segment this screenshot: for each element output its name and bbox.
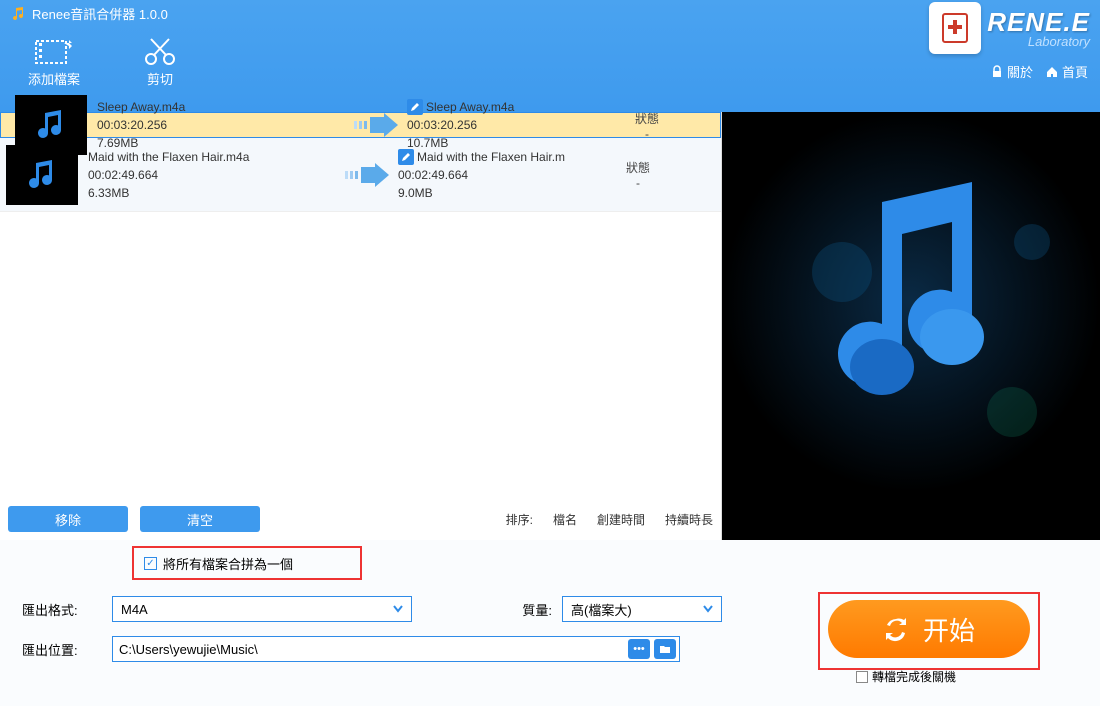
sort-row: 排序: 檔名 創建時間 持續時長	[506, 511, 713, 528]
list-item[interactable]: Sleep Away.m4a 00:03:20.256 7.69MB Sleep…	[0, 112, 721, 138]
brand-logo	[929, 2, 981, 54]
output-duration: 00:03:20.256	[407, 116, 617, 134]
about-link[interactable]: 關於	[990, 62, 1033, 81]
checkbox-icon	[856, 671, 868, 683]
quality-label: 質量:	[492, 600, 552, 619]
chevron-down-icon	[703, 605, 713, 613]
file-duration: 00:02:49.664	[88, 166, 338, 184]
file-size: 7.69MB	[97, 134, 347, 152]
format-label: 匯出格式:	[22, 600, 102, 619]
source-info: Sleep Away.m4a 00:03:20.256 7.69MB	[97, 98, 347, 152]
refresh-icon	[883, 616, 909, 642]
header: Renee音訊合併器 1.0.0 添加檔案 剪切	[0, 0, 1100, 112]
file-list: Sleep Away.m4a 00:03:20.256 7.69MB Sleep…	[0, 112, 722, 540]
add-files-button[interactable]: 添加檔案	[28, 35, 80, 88]
arrow-right-icon	[352, 113, 402, 137]
brand: RENE.E Laboratory	[929, 2, 1090, 54]
cut-button[interactable]: 剪切	[140, 35, 180, 88]
arrow-right-icon	[343, 163, 393, 187]
folder-icon	[659, 644, 671, 654]
output-name: Sleep Away.m4a	[426, 98, 514, 116]
sort-label: 排序:	[506, 511, 533, 528]
output-size: 10.7MB	[407, 134, 617, 152]
status: 狀態 -	[608, 159, 668, 190]
sort-by-ctime[interactable]: 創建時間	[597, 511, 645, 528]
output-size: 9.0MB	[398, 184, 608, 202]
output-duration: 00:02:49.664	[398, 166, 608, 184]
sort-by-duration[interactable]: 持續時長	[665, 511, 713, 528]
output-info: Sleep Away.m4a 00:03:20.256 10.7MB	[407, 98, 617, 152]
start-button[interactable]: 开始	[828, 600, 1030, 658]
preview-panel	[722, 112, 1100, 540]
remove-button[interactable]: 移除	[8, 506, 128, 532]
music-note-icon	[22, 155, 62, 195]
merge-label: 將所有檔案合拼為一個	[163, 554, 293, 573]
file-duration: 00:03:20.256	[97, 116, 347, 134]
file-size: 6.33MB	[88, 184, 338, 202]
clear-button[interactable]: 清空	[140, 506, 260, 532]
sort-by-name[interactable]: 檔名	[553, 511, 577, 528]
home-icon	[1045, 65, 1059, 79]
bottom-panel: ✓ 將所有檔案合拼為一個 匯出格式: M4A 質量: 高(檔案大) 匯出位置: …	[0, 540, 1100, 706]
output-info: Maid with the Flaxen Hair.m 00:02:49.664…	[398, 148, 608, 202]
output-path-input[interactable]: C:\Users\yewujie\Music\ •••	[112, 636, 680, 662]
list-footer: 移除 清空 排序: 檔名 創建時間 持續時長	[8, 506, 713, 532]
preview-art	[722, 112, 1100, 492]
source-info: Maid with the Flaxen Hair.m4a 00:02:49.6…	[88, 148, 338, 202]
arrow	[338, 163, 398, 187]
scissors-icon	[143, 37, 177, 67]
app-icon	[10, 6, 26, 22]
add-files-label: 添加檔案	[28, 69, 80, 88]
quality-select[interactable]: 高(檔案大)	[562, 596, 722, 622]
checkbox-checked-icon: ✓	[144, 557, 157, 570]
more-button[interactable]: •••	[628, 639, 650, 659]
thumbnail	[6, 145, 78, 205]
edit-icon[interactable]	[407, 99, 423, 115]
brand-sub: Laboratory	[987, 35, 1090, 48]
app-title: Renee音訊合併器 1.0.0	[32, 4, 168, 23]
file-name: Sleep Away.m4a	[97, 98, 347, 116]
path-label: 匯出位置:	[22, 640, 102, 659]
home-link[interactable]: 首頁	[1045, 62, 1088, 81]
cut-label: 剪切	[147, 69, 173, 88]
status: 狀態 -	[617, 110, 677, 141]
main: Sleep Away.m4a 00:03:20.256 7.69MB Sleep…	[0, 112, 1100, 540]
shutdown-checkbox-row[interactable]: 轉檔完成後關機	[856, 668, 956, 685]
format-select[interactable]: M4A	[112, 596, 412, 622]
lock-icon	[990, 65, 1004, 79]
browse-folder-button[interactable]	[654, 639, 676, 659]
arrow	[347, 113, 407, 137]
music-note-icon	[31, 105, 71, 145]
brand-name: RENE.E	[987, 9, 1090, 35]
filmstrip-plus-icon	[34, 37, 74, 67]
merge-checkbox-row[interactable]: ✓ 將所有檔案合拼為一個	[144, 554, 293, 573]
chevron-down-icon	[393, 605, 403, 613]
brand-links: 關於 首頁	[990, 62, 1088, 81]
